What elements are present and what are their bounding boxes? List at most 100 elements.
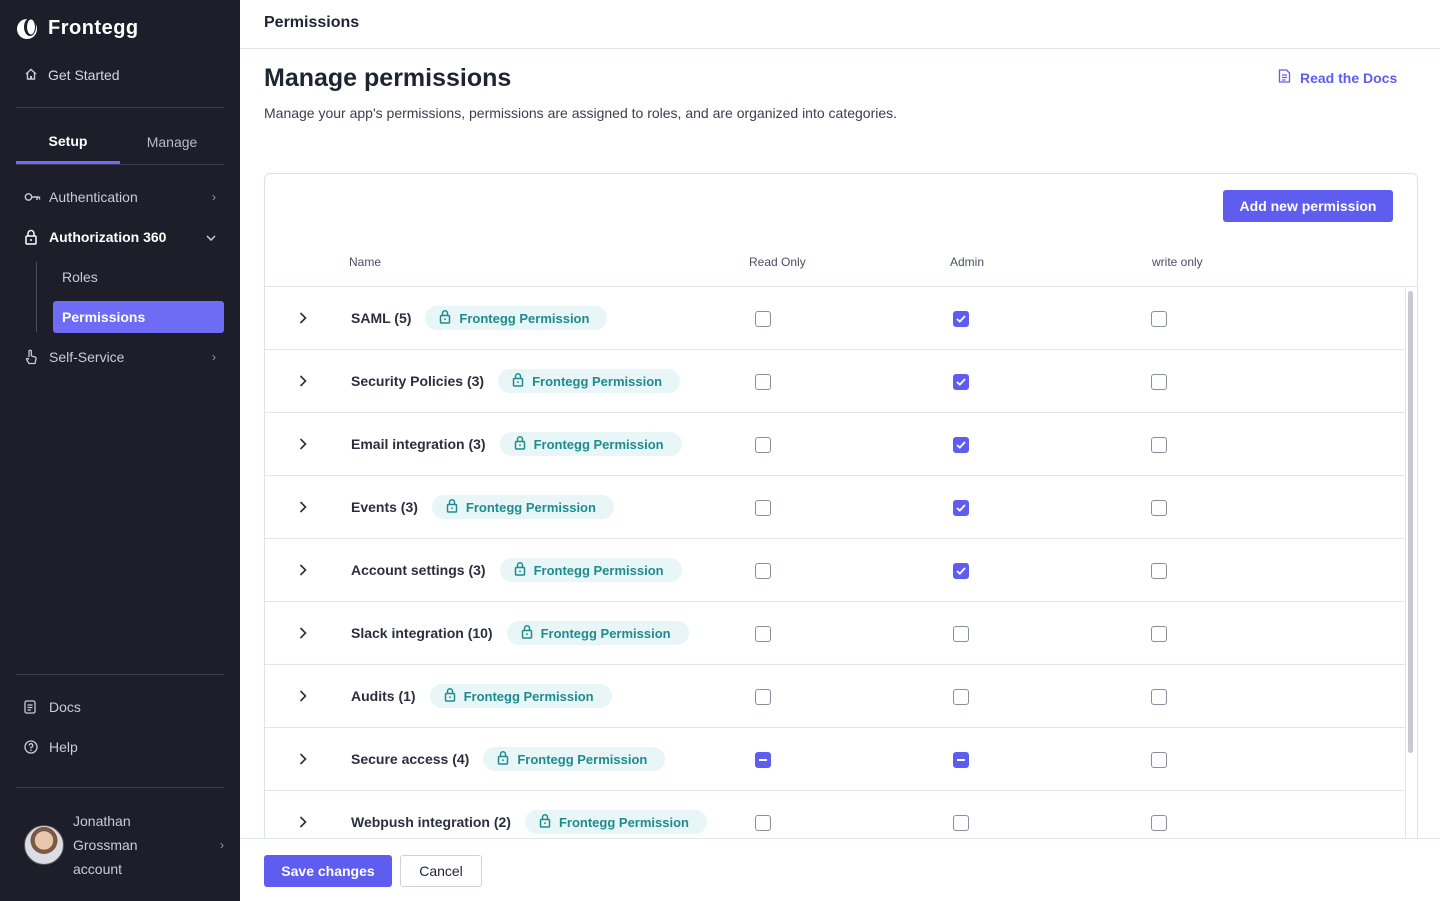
chevron-right-icon[interactable]: [295, 309, 311, 327]
lock-icon: [514, 435, 526, 453]
chevron-right-icon: ›: [220, 838, 224, 852]
sidebar-subitem-roles[interactable]: Roles: [53, 261, 224, 293]
home-icon: [24, 67, 38, 84]
checkbox-write-only[interactable]: [1151, 815, 1167, 831]
chevron-down-icon: [206, 230, 216, 244]
category-name: Security Policies (3): [351, 373, 485, 389]
checkbox-read-only[interactable]: [755, 752, 771, 768]
checkbox-write-only[interactable]: [1151, 311, 1167, 327]
tab-manage[interactable]: Manage: [120, 120, 224, 164]
checkbox-admin[interactable]: [953, 374, 969, 390]
chevron-right-icon[interactable]: [295, 561, 311, 579]
add-permission-button[interactable]: Add new permission: [1223, 190, 1393, 222]
badge-label: Frontegg Permission: [517, 751, 648, 767]
checkbox-read-only[interactable]: [755, 374, 771, 390]
badge-label: Frontegg Permission: [463, 688, 594, 704]
checkbox-admin[interactable]: [953, 437, 969, 453]
checkbox-read-only[interactable]: [755, 311, 771, 327]
save-changes-button[interactable]: Save changes: [264, 855, 392, 887]
column-header-admin[interactable]: Admin: [950, 255, 984, 269]
sidebar-item-label: Help: [49, 739, 78, 755]
user-menu[interactable]: Jonathan Grossman account ›: [24, 808, 224, 882]
checkbox-read-only[interactable]: [755, 815, 771, 831]
checkbox-read-only[interactable]: [755, 626, 771, 642]
checkbox-write-only[interactable]: [1151, 563, 1167, 579]
sidebar-divider: [16, 787, 224, 788]
lock-icon: [497, 750, 509, 768]
footer-bar: Save changes Cancel: [240, 838, 1440, 901]
table-row: Account settings (3) Frontegg Permission: [265, 539, 1405, 602]
category-name: Account settings (3): [351, 562, 486, 578]
read-docs-link[interactable]: Read the Docs: [1278, 69, 1397, 86]
category-cell: Secure access (4) Frontegg Permission: [351, 747, 666, 771]
sidebar-item-authorization-360[interactable]: Authorization 360: [24, 223, 216, 251]
sidebar-item-docs[interactable]: Docs: [24, 693, 216, 721]
chevron-right-icon[interactable]: [295, 624, 311, 642]
avatar: [24, 825, 64, 865]
badge-label: Frontegg Permission: [533, 436, 664, 452]
checkbox-write-only[interactable]: [1151, 689, 1167, 705]
sidebar-tabs: Setup Manage: [16, 120, 224, 164]
column-header-read-only[interactable]: Read Only: [749, 255, 806, 269]
checkbox-write-only[interactable]: [1151, 500, 1167, 516]
checkbox-admin[interactable]: [953, 815, 969, 831]
nav-get-started[interactable]: Get Started: [24, 64, 120, 86]
brand-name: Frontegg: [48, 16, 139, 39]
checkbox-admin[interactable]: [953, 563, 969, 579]
checkbox-read-only[interactable]: [755, 563, 771, 579]
checkbox-read-only[interactable]: [755, 500, 771, 516]
checkbox-admin[interactable]: [953, 500, 969, 516]
checkbox-read-only[interactable]: [755, 689, 771, 705]
top-bar: Permissions: [240, 0, 1440, 49]
frontegg-permission-badge: Frontegg Permission: [499, 558, 682, 582]
sidebar-item-label: Docs: [49, 699, 81, 715]
lock-icon: [521, 624, 533, 642]
category-name: Webpush integration (2): [351, 814, 511, 830]
badge-label: Frontegg Permission: [533, 562, 664, 578]
sidebar-item-authentication[interactable]: Authentication ›: [24, 183, 216, 211]
checkbox-write-only[interactable]: [1151, 374, 1167, 390]
sidebar-item-label: Authentication: [49, 189, 138, 205]
chevron-right-icon[interactable]: [295, 435, 311, 453]
document-icon: [1278, 69, 1291, 86]
frontegg-permission-badge: Frontegg Permission: [429, 684, 612, 708]
badge-label: Frontegg Permission: [465, 499, 596, 515]
scrollbar-thumb[interactable]: [1408, 291, 1413, 753]
permissions-card: Add new permission Name Read Only Admin …: [264, 173, 1418, 873]
tab-setup[interactable]: Setup: [16, 120, 120, 164]
checkbox-write-only[interactable]: [1151, 626, 1167, 642]
category-cell: Audits (1) Frontegg Permission: [351, 684, 612, 708]
category-cell: SAML (5) Frontegg Permission: [351, 306, 608, 330]
checkbox-write-only[interactable]: [1151, 437, 1167, 453]
frontegg-permission-badge: Frontegg Permission: [483, 747, 666, 771]
frontegg-logo[interactable]: Frontegg: [16, 16, 139, 40]
read-docs-label: Read the Docs: [1300, 69, 1398, 86]
badge-label: Frontegg Permission: [459, 310, 590, 326]
chevron-right-icon[interactable]: [295, 498, 311, 516]
column-header-name[interactable]: Name: [349, 255, 381, 269]
badge-label: Frontegg Permission: [558, 814, 689, 830]
chevron-right-icon: ›: [212, 350, 216, 364]
checkbox-admin[interactable]: [953, 626, 969, 642]
table-row: Security Policies (3) Frontegg Permission: [265, 350, 1405, 413]
chevron-right-icon[interactable]: [295, 687, 311, 705]
checkbox-read-only[interactable]: [755, 437, 771, 453]
sidebar-item-self-service[interactable]: Self-Service ›: [24, 343, 216, 371]
category-cell: Security Policies (3) Frontegg Permission: [351, 369, 681, 393]
table-row: Secure access (4) Frontegg Permission: [265, 728, 1405, 791]
checkbox-admin[interactable]: [953, 311, 969, 327]
chevron-right-icon[interactable]: [295, 750, 311, 768]
sidebar-divider: [16, 107, 224, 108]
column-header-write-only[interactable]: write only: [1152, 255, 1203, 269]
checkbox-write-only[interactable]: [1151, 752, 1167, 768]
cancel-button[interactable]: Cancel: [400, 855, 482, 887]
document-icon: [24, 700, 42, 714]
chevron-right-icon[interactable]: [295, 372, 311, 390]
badge-label: Frontegg Permission: [532, 373, 663, 389]
chevron-right-icon[interactable]: [295, 813, 311, 831]
sidebar-subitem-permissions[interactable]: Permissions: [53, 301, 224, 333]
checkbox-admin[interactable]: [953, 689, 969, 705]
sidebar-item-help[interactable]: Help: [24, 733, 216, 761]
page-subtitle: Manage your app's permissions, permissio…: [264, 105, 898, 121]
checkbox-admin[interactable]: [953, 752, 969, 768]
